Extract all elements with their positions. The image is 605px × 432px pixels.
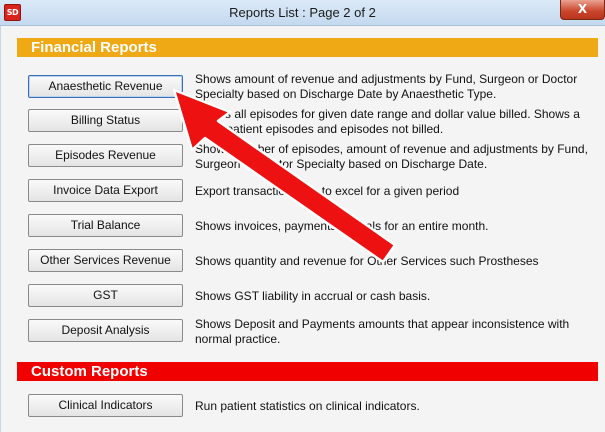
billing-status-button[interactable]: Billing Status [28,109,183,132]
other-services-revenue-button[interactable]: Other Services Revenue [28,249,183,272]
title-bar[interactable]: SD Reports List : Page 2 of 2 X [0,0,605,26]
clinical-indicators-button[interactable]: Clinical Indicators [28,394,183,417]
close-button[interactable]: X [560,0,605,20]
financial-reports-header: Financial Reports [17,38,598,57]
anaesthetic-revenue-button[interactable]: Anaesthetic Revenue [28,75,183,98]
invoice-data-export-button[interactable]: Invoice Data Export [28,179,183,202]
custom-reports-header: Custom Reports [17,362,598,381]
billing-status-description: Shows all episodes for given date range … [195,107,580,136]
episodes-revenue-button[interactable]: Episodes Revenue [28,144,183,167]
other-services-revenue-description: Shows quantity and revenue for Other Ser… [195,254,539,268]
clinical-indicators-description: Run patient statistics on clinical indic… [195,399,420,413]
episodes-revenue-description: Shows number of episodes, amount of reve… [195,142,588,171]
anaesthetic-revenue-description: Shows amount of revenue and adjustments … [195,72,578,101]
deposit-analysis-description: Shows Deposit and Payments amounts that … [195,317,570,346]
reports-panel: Financial Reports Anaesthetic Revenue Sh… [0,26,605,432]
gst-description: Shows GST liability in accrual or cash b… [195,289,431,303]
gst-button[interactable]: GST [28,284,183,307]
deposit-analysis-button[interactable]: Deposit Analysis [28,319,183,342]
trial-balance-button[interactable]: Trial Balance [28,214,183,237]
trial-balance-description: Shows invoices, payments, jounals for an… [195,219,489,233]
window-title: Reports List : Page 2 of 2 [229,5,376,20]
invoice-data-export-description: Export transaction data to excel for a g… [195,184,460,198]
